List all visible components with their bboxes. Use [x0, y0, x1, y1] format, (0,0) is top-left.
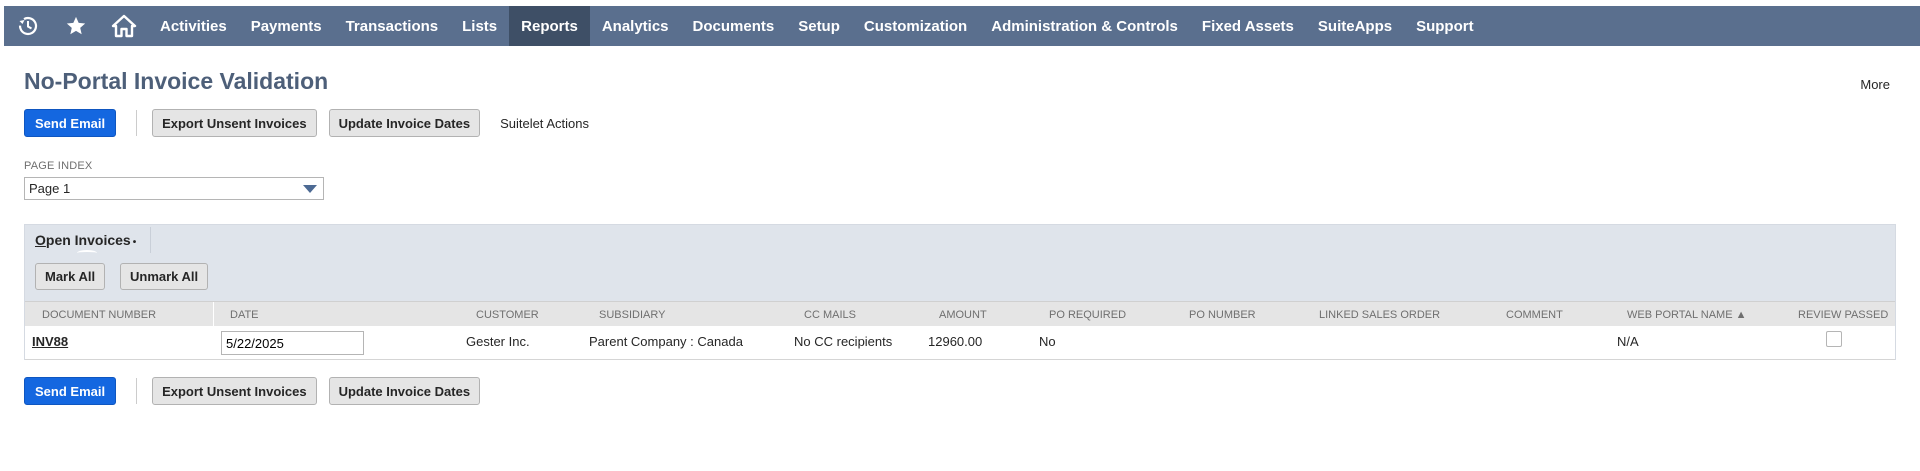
tab-indicator [77, 250, 97, 256]
button-divider [136, 110, 138, 136]
star-icon[interactable] [52, 6, 100, 46]
nav-support[interactable]: Support [1404, 6, 1486, 46]
chevron-down-icon [303, 185, 317, 193]
amount-cell: 12960.00 [928, 334, 983, 349]
page-index-label: PAGE INDEX [24, 160, 93, 172]
nav-transactions[interactable]: Transactions [334, 6, 451, 46]
col-document-number[interactable]: DOCUMENT NUMBER [42, 309, 156, 321]
update-invoice-dates-button[interactable]: Update Invoice Dates [328, 109, 481, 137]
tab-open-invoices[interactable]: Open Invoices • [35, 232, 136, 248]
recent-icon[interactable] [4, 6, 52, 46]
col-comment[interactable]: COMMENT [1506, 309, 1563, 321]
col-date[interactable]: DATE [230, 309, 259, 321]
send-email-button[interactable]: Send Email [24, 109, 117, 137]
col-amount[interactable]: AMOUNT [939, 309, 987, 321]
bottom-action-bar: Send Email Export Unsent Invoices Update… [24, 377, 492, 405]
export-unsent-invoices-button[interactable]: Export Unsent Invoices [152, 109, 317, 137]
button-divider [136, 378, 138, 404]
send-email-button-bottom[interactable]: Send Email [24, 377, 117, 405]
nav-payments[interactable]: Payments [239, 6, 334, 46]
table-row: INV88 Gester Inc. Parent Company : Canad… [25, 326, 1895, 360]
col-subsidiary[interactable]: SUBSIDIARY [599, 309, 665, 321]
nav-administration-controls[interactable]: Administration & Controls [979, 6, 1190, 46]
col-web-portal-name[interactable]: WEB PORTAL NAME ▲ [1627, 309, 1746, 321]
page-title: No-Portal Invoice Validation [24, 68, 329, 94]
page-index-value: Page 1 [29, 181, 71, 196]
tab-divider [150, 227, 151, 253]
col-review-passed[interactable]: REVIEW PASSED [1798, 309, 1888, 321]
more-link[interactable]: More [1860, 77, 1890, 92]
table-header: DOCUMENT NUMBER DATE CUSTOMER SUBSIDIARY… [25, 301, 1895, 327]
col-po-number[interactable]: PO NUMBER [1189, 309, 1256, 321]
nav-reports[interactable]: Reports [509, 6, 590, 46]
nav-suiteapps[interactable]: SuiteApps [1306, 6, 1404, 46]
customer-cell: Gester Inc. [466, 334, 530, 349]
open-invoices-sublist: Open Invoices • Mark All Unmark All DOCUM… [24, 224, 1896, 360]
subsidiary-cell: Parent Company : Canada [589, 334, 743, 349]
nav-setup[interactable]: Setup [786, 6, 852, 46]
col-cc-mails[interactable]: CC MAILS [804, 309, 856, 321]
col-po-required[interactable]: PO REQUIRED [1049, 309, 1126, 321]
col-customer[interactable]: CUSTOMER [476, 309, 539, 321]
cc-mails-cell: No CC recipients [794, 334, 893, 349]
export-unsent-invoices-button-bottom[interactable]: Export Unsent Invoices [152, 377, 317, 405]
top-action-bar: Send Email Export Unsent Invoices Update… [24, 109, 589, 137]
web-portal-name-cell: N/A [1617, 334, 1639, 349]
tab-label-accesskey: O [35, 232, 46, 248]
po-required-cell: No [1039, 334, 1056, 349]
nav-activities[interactable]: Activities [148, 6, 239, 46]
suitelet-actions-menu[interactable]: Suitelet Actions [500, 116, 589, 131]
home-icon[interactable] [100, 6, 148, 46]
column-divider [213, 302, 214, 327]
document-number-link[interactable]: INV88 [32, 334, 68, 349]
nav-analytics[interactable]: Analytics [590, 6, 681, 46]
unmark-all-button[interactable]: Unmark All [120, 263, 209, 290]
main-navbar: Activities Payments Transactions Lists R… [4, 6, 1920, 46]
nav-fixed-assets[interactable]: Fixed Assets [1190, 6, 1306, 46]
review-passed-checkbox[interactable] [1826, 331, 1842, 347]
nav-customization[interactable]: Customization [852, 6, 979, 46]
tab-label-text: pen Invoices [45, 232, 131, 248]
tab-bullet: • [132, 237, 137, 248]
date-field[interactable] [221, 331, 364, 355]
nav-documents[interactable]: Documents [681, 6, 787, 46]
mark-all-button[interactable]: Mark All [35, 263, 106, 290]
update-invoice-dates-button-bottom[interactable]: Update Invoice Dates [328, 377, 481, 405]
page-index-select[interactable]: Page 1 [24, 177, 324, 200]
col-linked-sales-order[interactable]: LINKED SALES ORDER [1319, 309, 1440, 321]
nav-lists[interactable]: Lists [450, 6, 509, 46]
